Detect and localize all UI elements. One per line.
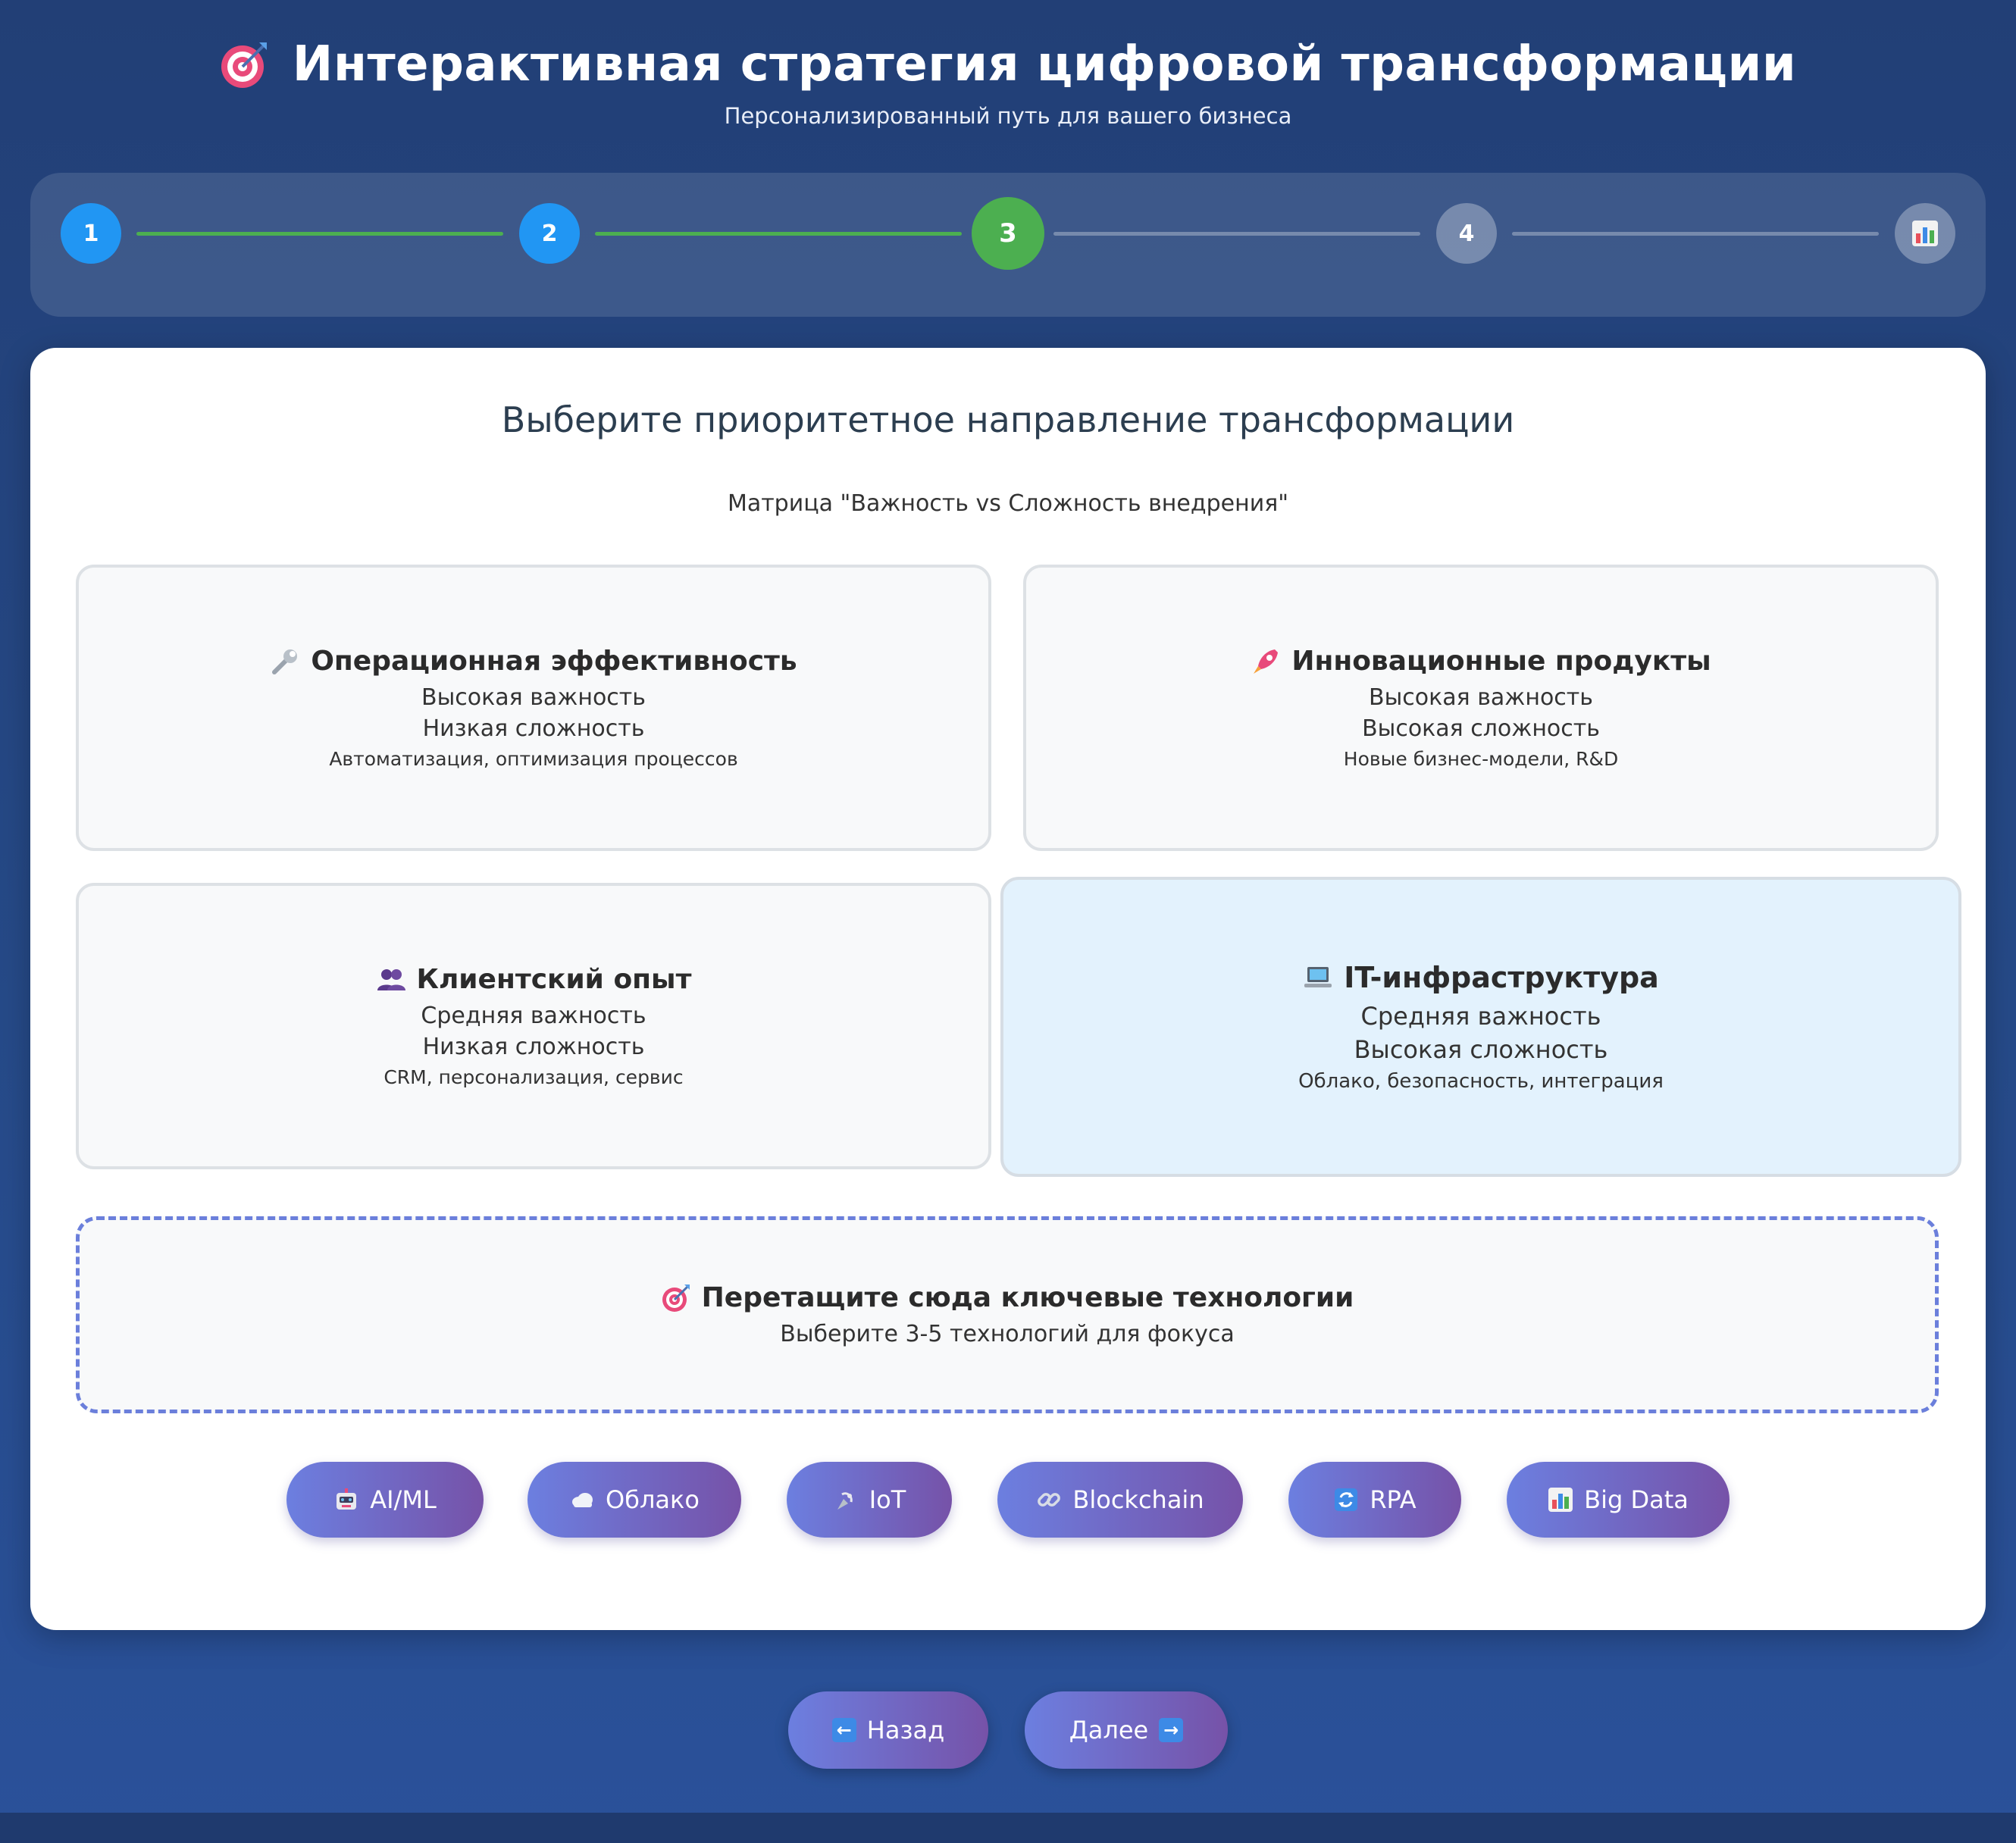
tech-chip-label: IoT — [869, 1485, 906, 1514]
matrix-caption: Матрица "Важность vs Сложность внедрения… — [727, 490, 1289, 517]
quadrant-importance: Средняя важность — [421, 1003, 646, 1029]
next-button-label: Далее — [1069, 1716, 1149, 1744]
quadrant-innovative-products[interactable]: Инновационные продукты Высокая важность … — [1023, 565, 1939, 851]
quadrant-description: Новые бизнес-модели, R&D — [1343, 748, 1619, 770]
dropzone-title: Перетащите сюда ключевые технологии — [661, 1282, 1354, 1313]
quadrant-complexity: Высокая сложность — [1354, 1035, 1608, 1064]
link-icon — [1038, 1493, 1061, 1507]
quadrant-customer-experience[interactable]: Клиентский опыт Средняя важность Низкая … — [76, 883, 991, 1169]
quadrant-it-infrastructure[interactable]: IT-инфраструктура Средняя важность Высок… — [1000, 877, 1961, 1177]
dropzone-subtitle: Выберите 3-5 технологий для фокуса — [780, 1321, 1235, 1347]
robot-icon — [337, 1488, 357, 1510]
step-connector — [136, 232, 503, 236]
quadrant-description: Облако, безопасность, интеграция — [1298, 1070, 1664, 1093]
rocket-icon — [1254, 649, 1279, 674]
refresh-icon — [1335, 1488, 1358, 1511]
quadrant-title-text: Операционная эффективность — [311, 646, 797, 677]
step-label: 2 — [541, 220, 558, 247]
quadrant-complexity: Высокая сложность — [1362, 715, 1600, 742]
step-2[interactable]: 2 — [519, 203, 580, 264]
quadrant-description: CRM, персонализация, сервис — [383, 1066, 684, 1088]
step-4[interactable]: 4 — [1436, 203, 1497, 264]
dropzone-title-text: Перетащите сюда ключевые технологии — [701, 1282, 1354, 1313]
users-icon — [377, 968, 405, 990]
card-title: Выберите приоритетное направление трансф… — [501, 399, 1515, 440]
chart-icon — [1548, 1488, 1573, 1512]
tech-chip-label: Big Data — [1584, 1485, 1689, 1514]
chart-icon — [1912, 221, 1938, 246]
back-button[interactable]: ← Назад — [788, 1691, 988, 1769]
quadrant-title: Клиентский опыт — [376, 964, 692, 995]
tech-chip-rpa[interactable]: RPA — [1288, 1462, 1461, 1538]
target-icon — [221, 42, 267, 88]
quadrant-complexity: Низкая сложность — [422, 1034, 645, 1060]
bottom-bar — [0, 1813, 2016, 1843]
technology-dropzone[interactable]: Перетащите сюда ключевые технологии Выбе… — [76, 1216, 1939, 1413]
back-button-label: Назад — [866, 1716, 945, 1744]
tech-chip-ai-ml[interactable]: AI/ML — [286, 1462, 484, 1538]
quadrant-complexity: Низкая сложность — [422, 715, 645, 742]
quadrant-importance: Высокая важность — [1369, 684, 1593, 711]
tech-chip-label: AI/ML — [370, 1485, 437, 1514]
step-1[interactable]: 1 — [61, 203, 121, 264]
main-card: Выберите приоритетное направление трансф… — [30, 348, 1986, 1630]
step-connector — [1053, 232, 1420, 236]
tech-chip-big-data[interactable]: Big Data — [1507, 1462, 1730, 1538]
quadrant-title-text: IT-инфраструктура — [1344, 961, 1659, 994]
arrow-left-icon: ← — [831, 1718, 856, 1742]
tech-chip-label: RPA — [1370, 1485, 1417, 1514]
tech-chip-label: Blockchain — [1072, 1485, 1204, 1514]
step-label: 1 — [83, 220, 99, 247]
antenna-icon — [837, 1492, 853, 1510]
quadrant-title-text: Клиентский опыт — [416, 964, 692, 995]
page-title: Интерактивная стратегия цифровой трансфо… — [292, 36, 1797, 92]
tech-chip-label: Облако — [606, 1485, 700, 1514]
tech-chip-blockchain[interactable]: Blockchain — [997, 1462, 1243, 1538]
step-label: 3 — [999, 218, 1017, 249]
progress-bar: 1 2 3 4 — [30, 173, 1986, 317]
cloud-icon — [572, 1493, 593, 1507]
quadrant-title: IT-инфраструктура — [1303, 961, 1659, 994]
quadrant-title-text: Инновационные продукты — [1291, 646, 1711, 677]
step-5-results[interactable] — [1895, 203, 1955, 264]
wrench-icon — [272, 649, 298, 674]
quadrant-operational-efficiency[interactable]: Операционная эффективность Высокая важно… — [76, 565, 991, 851]
page-header: Интерактивная стратегия цифровой трансфо… — [0, 36, 2016, 129]
next-button[interactable]: Далее → — [1025, 1691, 1228, 1769]
tech-chip-iot[interactable]: IoT — [787, 1462, 952, 1538]
quadrant-importance: Средняя важность — [1360, 1002, 1601, 1031]
laptop-icon — [1304, 967, 1332, 987]
title-row: Интерактивная стратегия цифровой трансфо… — [0, 36, 2016, 92]
quadrant-description: Автоматизация, оптимизация процессов — [329, 748, 738, 770]
target-icon — [662, 1284, 690, 1312]
quadrant-importance: Высокая важность — [421, 684, 646, 711]
page-subtitle: Персонализированный путь для вашего бизн… — [724, 103, 1292, 129]
step-label: 4 — [1458, 220, 1475, 247]
step-connector — [595, 232, 962, 236]
step-connector — [1512, 232, 1879, 236]
quadrant-title: Инновационные продукты — [1251, 646, 1711, 677]
tech-chip-cloud[interactable]: Облако — [527, 1462, 741, 1538]
quadrant-title: Операционная эффективность — [270, 646, 797, 677]
arrow-right-icon: → — [1159, 1718, 1184, 1742]
step-3[interactable]: 3 — [972, 197, 1044, 270]
